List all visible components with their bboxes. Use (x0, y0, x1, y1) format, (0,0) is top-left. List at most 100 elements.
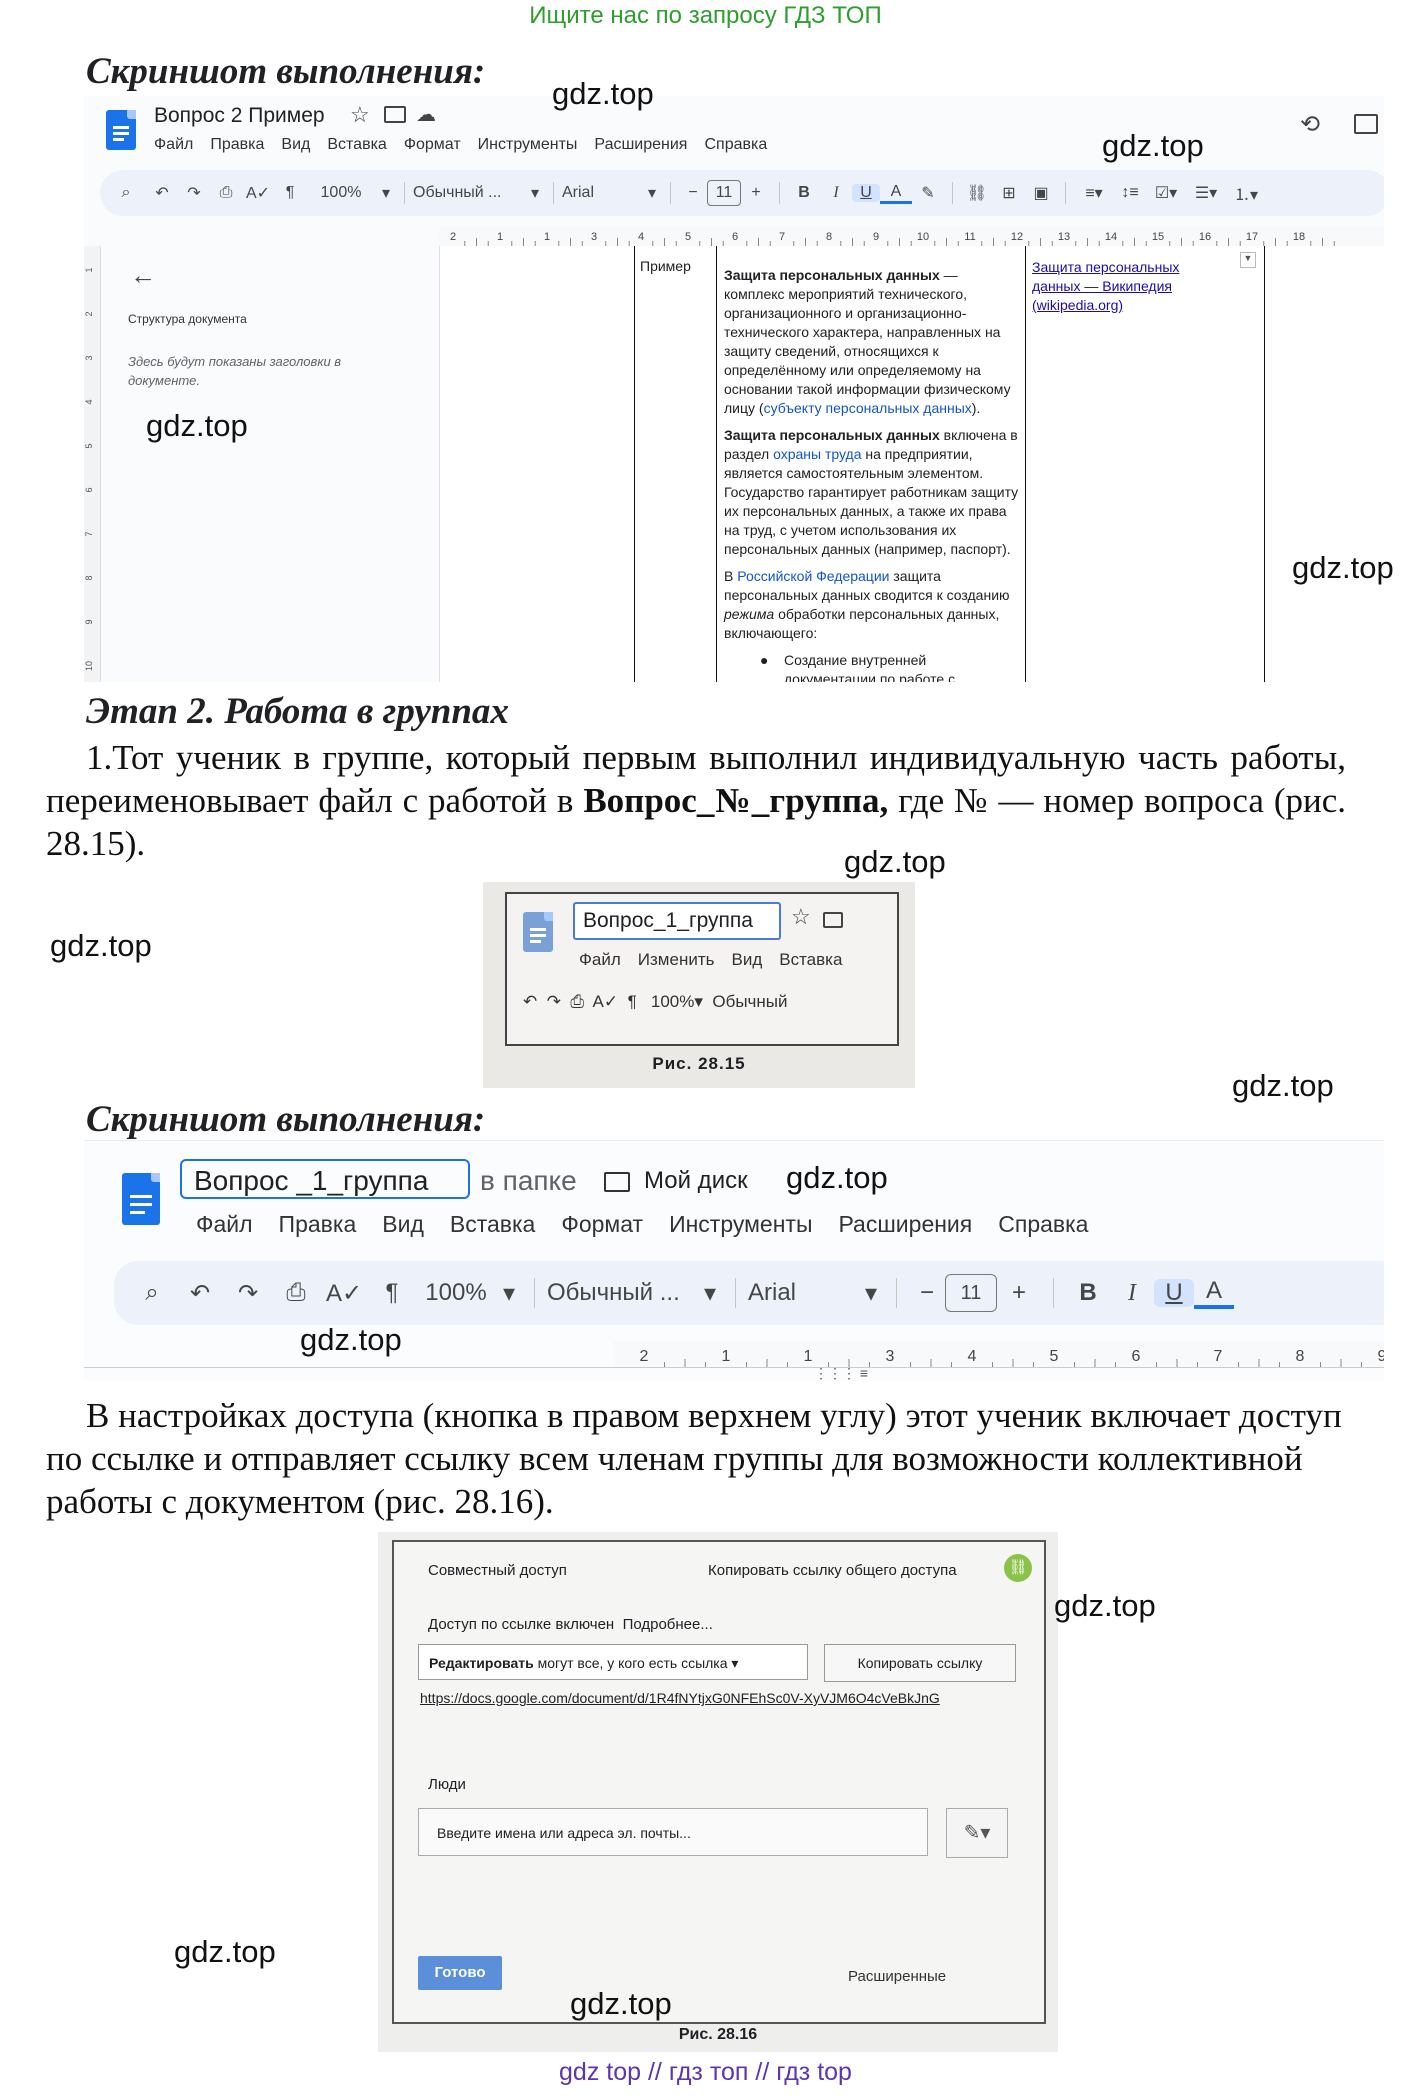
docs-logo-icon[interactable] (106, 110, 136, 150)
menu-edit[interactable]: Правка (279, 1211, 357, 1237)
menu-insert[interactable]: Вставка (327, 136, 386, 153)
folder-icon[interactable] (604, 1172, 630, 1192)
menu-file[interactable]: Файл (196, 1211, 253, 1237)
style-select[interactable]: Обычный ... (413, 184, 525, 202)
link-icon[interactable]: ⛓ (1004, 1554, 1032, 1582)
document-page[interactable]: Пример Защита персональных данных — комп… (439, 246, 1384, 682)
menu-edit[interactable]: Правка (210, 136, 264, 153)
font-size-input[interactable]: 11 (707, 180, 741, 206)
cell-content[interactable]: Защита персональных данных — комплекс ме… (724, 266, 1020, 682)
search-menus-icon[interactable]: ⌕ (106, 184, 146, 202)
print-icon[interactable]: ⎙ (570, 992, 584, 1011)
paint-format-icon[interactable]: ¶ (368, 1279, 416, 1307)
chevron-down-icon[interactable]: ▾ (525, 183, 545, 203)
star-icon[interactable]: ☆ (791, 904, 811, 930)
chevron-down-icon[interactable]: ▾ (642, 183, 662, 203)
increase-font-size-button[interactable]: + (741, 184, 771, 202)
source-link[interactable]: Защита персональных данных — Википедия (… (1032, 258, 1227, 315)
underline-button[interactable]: U (852, 184, 880, 202)
chevron-down-icon[interactable]: ▾ (496, 1279, 522, 1308)
menu-insert[interactable]: Вставка (450, 1211, 536, 1237)
bottom-banner[interactable]: gdz top // гдз топ // гдз top (0, 2058, 1411, 2087)
bulleted-list-icon[interactable]: ☰▾ (1186, 183, 1226, 203)
italic-button[interactable]: I (820, 184, 852, 202)
chevron-down-icon[interactable]: ▾ (858, 1279, 884, 1308)
align-icon[interactable]: ≡▾ (1074, 183, 1114, 203)
horizontal-ruler[interactable]: 2 1 1 3 4 5 6 7 8 9 (614, 1341, 1384, 1368)
undo-icon[interactable]: ↶ (523, 992, 537, 1011)
menu-file[interactable]: Файл (154, 136, 193, 153)
p3-link[interactable]: Российской Федерации (737, 568, 889, 584)
zoom-select[interactable]: 100% (416, 1279, 496, 1307)
redo-icon[interactable]: ↷ (178, 183, 210, 203)
decrease-font-size-button[interactable]: − (909, 1279, 945, 1307)
star-icon[interactable]: ☆ (350, 102, 370, 128)
comments-icon[interactable] (1354, 114, 1378, 134)
font-size-input[interactable]: 11 (945, 1274, 997, 1312)
print-icon[interactable]: ⎙ (272, 1279, 320, 1307)
folder-name[interactable]: Мой диск (644, 1167, 748, 1195)
menu-extensions[interactable]: Расширения (594, 136, 687, 153)
back-arrow-icon[interactable]: ← (130, 260, 156, 291)
style-select[interactable]: Обычный (712, 992, 787, 1011)
top-banner[interactable]: Ищите нас по запросу ГДЗ ТОП (0, 0, 1411, 32)
title-field[interactable]: Вопрос _1_группа (180, 1159, 470, 1199)
title-field[interactable]: Вопрос_1_группа (573, 902, 781, 940)
copy-link-button[interactable]: Копировать ссылку (824, 1644, 1016, 1682)
menu-view[interactable]: Вид (281, 136, 310, 153)
done-button[interactable]: Готово (418, 1956, 502, 1990)
menu-format[interactable]: Формат (404, 136, 461, 153)
docs-logo-icon[interactable] (122, 1173, 160, 1225)
email-input[interactable]: Введите имена или адреса эл. почты... (418, 1808, 928, 1856)
increase-font-size-button[interactable]: + (997, 1279, 1041, 1307)
p2-link[interactable]: охраны труда (773, 446, 861, 462)
spellcheck-icon[interactable]: A✓ (593, 992, 619, 1011)
spellcheck-icon[interactable]: A✓ (320, 1279, 368, 1308)
chevron-down-icon[interactable]: ▾ (694, 992, 703, 1011)
italic-button[interactable]: I (1110, 1280, 1154, 1307)
share-url[interactable]: https://docs.google.com/document/d/1R4fN… (420, 1690, 940, 1706)
paint-format-icon[interactable]: ¶ (628, 992, 637, 1011)
menu-view[interactable]: Вид (731, 950, 762, 969)
font-select[interactable]: Arial (748, 1279, 858, 1307)
move-folder-icon[interactable] (384, 106, 406, 123)
numbered-list-icon[interactable]: ⒈▾ (1226, 181, 1266, 205)
bold-button[interactable]: B (1066, 1279, 1110, 1307)
redo-icon[interactable]: ↷ (547, 992, 561, 1011)
folder-icon[interactable] (823, 912, 843, 928)
font-select[interactable]: Arial (562, 184, 642, 202)
menu-tools[interactable]: Инструменты (669, 1211, 812, 1237)
text-color-button[interactable]: A (1194, 1277, 1234, 1309)
menu-format[interactable]: Формат (561, 1211, 643, 1237)
menu-edit[interactable]: Изменить (638, 950, 715, 969)
spellcheck-icon[interactable]: A✓ (242, 183, 274, 203)
menu-view[interactable]: Вид (382, 1211, 424, 1237)
menu-insert[interactable]: Вставка (779, 950, 842, 969)
advanced-link[interactable]: Расширенные (848, 1968, 946, 1985)
bold-button[interactable]: B (788, 184, 820, 202)
print-icon[interactable]: ⎙ (210, 184, 242, 202)
more-link[interactable]: Подробнее... (623, 1616, 713, 1633)
link-icon[interactable]: ⛓ (961, 183, 993, 203)
cell-menu-chevron-icon[interactable]: ▼ (1240, 252, 1256, 268)
p1-link[interactable]: субъекту персональных данных (764, 400, 972, 416)
insert-image-icon[interactable]: ▣ (1025, 183, 1057, 203)
text-color-button[interactable]: A (880, 183, 912, 204)
zoom-select[interactable]: 100% (651, 992, 694, 1011)
zoom-select[interactable]: 100% (306, 184, 376, 202)
decrease-font-size-button[interactable]: − (679, 184, 707, 202)
menu-help[interactable]: Справка (998, 1211, 1088, 1237)
permission-pencil-icon[interactable]: ✎▾ (946, 1808, 1008, 1858)
menu-file[interactable]: Файл (579, 950, 621, 969)
history-icon[interactable]: ⟲ (1300, 110, 1320, 139)
highlight-icon[interactable]: ✎ (912, 183, 944, 203)
cell-label[interactable]: Пример (640, 258, 691, 274)
line-spacing-icon[interactable]: ↕≡ (1114, 184, 1146, 202)
underline-button[interactable]: U (1154, 1279, 1194, 1307)
checklist-icon[interactable]: ☑▾ (1146, 183, 1186, 203)
chevron-down-icon[interactable]: ▾ (697, 1279, 723, 1308)
menu-help[interactable]: Справка (704, 136, 767, 153)
doc-title[interactable]: Вопрос 2 Пример (154, 104, 325, 128)
drag-handle-icon[interactable]: ⋮⋮⋮ ≡ (814, 1365, 868, 1381)
undo-icon[interactable]: ↶ (176, 1279, 224, 1308)
